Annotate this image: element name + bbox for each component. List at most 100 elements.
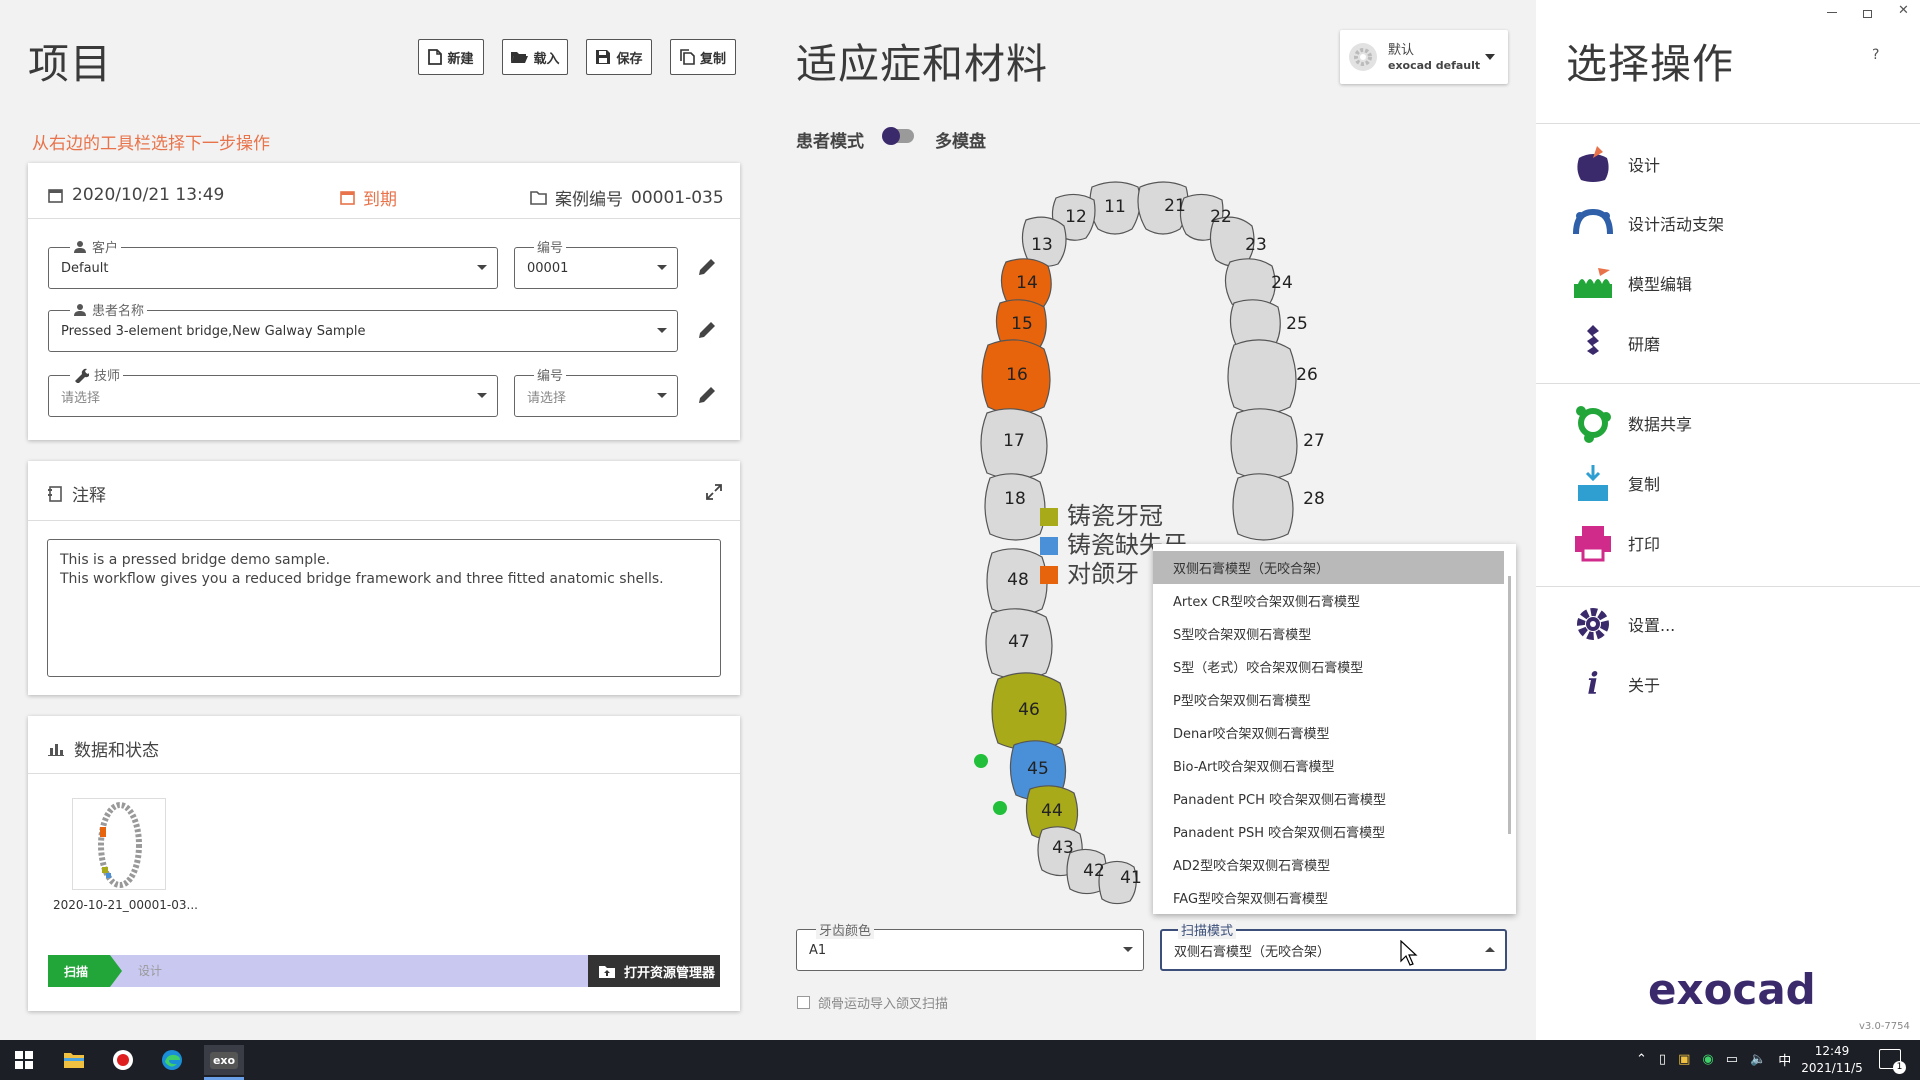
scan-mode-option[interactable]: S型（老式）咬合架双侧石膏模型 (1153, 650, 1516, 683)
date-field: 2020/10/21 13:49 (48, 185, 224, 205)
customer-number-label: 编号 (534, 237, 567, 256)
svg-text:27: 27 (1303, 431, 1325, 451)
volume-icon[interactable]: 🔈 (1750, 1052, 1766, 1067)
edit-pencil-icon[interactable] (696, 256, 718, 278)
windows-start-icon[interactable] (7, 1045, 41, 1075)
svg-text:24: 24 (1271, 273, 1293, 293)
network-icon[interactable]: ▭ (1726, 1052, 1738, 1067)
op-copy[interactable]: 复制 (1568, 460, 1660, 506)
svg-text:48: 48 (1007, 570, 1029, 590)
copy-download-icon (1578, 465, 1608, 501)
op-print[interactable]: 打印 (1568, 520, 1660, 566)
bar-chart-icon (48, 743, 64, 756)
expand-icon[interactable] (705, 483, 723, 501)
chevron-down-icon (1123, 947, 1133, 952)
notes-textarea[interactable]: This is a pressed bridge demo sample. Th… (47, 539, 721, 677)
exocad-taskbar-icon[interactable]: exo (204, 1045, 244, 1075)
clock[interactable]: 12:49 2021/11/5 (1796, 1043, 1868, 1077)
mode-toggle[interactable] (882, 127, 914, 145)
minimize-button[interactable] (1827, 12, 1837, 13)
close-button[interactable]: ✕ (1898, 3, 1909, 18)
help-button[interactable]: ? (1872, 47, 1879, 63)
chevron-down-icon (657, 393, 667, 398)
tooth-marker (974, 754, 988, 768)
notes-card: 注释 This is a pressed bridge demo sample.… (28, 461, 740, 695)
scan-mode-dropdown[interactable]: 双侧石膏模型（无咬合架） Artex CR型咬合架双侧石膏模型 S型咬合架双侧石… (1153, 544, 1516, 914)
indications-title: 适应症和材料 (796, 40, 1048, 88)
version-label: v3.0-7754 (1859, 1021, 1910, 1032)
op-design-partial-framework[interactable]: 设计活动支架 (1568, 200, 1724, 246)
workflow-step-scan[interactable]: 扫描 (48, 955, 110, 987)
svg-text:47: 47 (1008, 632, 1030, 652)
new-file-icon (428, 49, 443, 65)
technician-number-label: 编号 (534, 365, 567, 384)
notification-count: 1 (1893, 1061, 1906, 1074)
notebook-icon (48, 485, 62, 502)
copy-button[interactable]: 复制 (670, 39, 736, 75)
svg-text:26: 26 (1296, 365, 1318, 385)
due-date-field[interactable]: 到期 (340, 185, 397, 210)
patient-mode-label: 患者模式 (796, 132, 864, 152)
op-model-edit[interactable]: 模型编辑 (1568, 260, 1692, 306)
chevron-down-icon (657, 265, 667, 270)
scan-mode-option[interactable]: P型咬合架双侧石膏模型 (1153, 683, 1516, 716)
scan-mode-option[interactable]: Artex CR型咬合架双侧石膏模型 (1153, 584, 1516, 617)
user-icon (74, 303, 86, 316)
divider (1536, 383, 1920, 384)
scan-mode-option[interactable]: Panadent PCH 咬合架双侧石膏模型 (1153, 782, 1516, 815)
dropdown-scrollbar[interactable] (1508, 576, 1511, 834)
page-title: 项目 (28, 40, 112, 88)
checkbox-box[interactable] (797, 996, 810, 1009)
profile-select[interactable]: 默认 exocad default (1340, 30, 1508, 84)
op-about[interactable]: i 关于 (1568, 661, 1660, 707)
scan-mode-option[interactable]: AD2型咬合架双侧石膏模型 (1153, 848, 1516, 881)
divider (28, 773, 740, 774)
multi-die-label: 多模盘 (935, 132, 986, 152)
security-icon[interactable]: ▣ (1678, 1052, 1690, 1067)
edit-pencil-icon[interactable] (696, 384, 718, 406)
scan-mode-option[interactable]: Panadent PSH 咬合架双侧石膏模型 (1153, 815, 1516, 848)
edge-browser-icon[interactable] (155, 1045, 189, 1075)
screen-recorder-icon[interactable] (106, 1045, 140, 1075)
chevron-up-icon[interactable]: ⌃ (1636, 1052, 1647, 1067)
legend-swatch (1040, 507, 1058, 526)
op-data-share[interactable]: 数据共享 (1568, 400, 1692, 446)
scan-mode-option[interactable]: FAG型咬合架双侧石膏模型 (1153, 881, 1516, 914)
tooth-shade-label: 牙齿颜色 (816, 920, 875, 939)
op-settings[interactable]: 设置... (1568, 601, 1675, 647)
open-explorer-button[interactable]: 打开资源管理器 (588, 955, 720, 987)
exocad-logo: exocad (1648, 965, 1816, 1014)
restore-button[interactable] (1863, 10, 1872, 18)
save-button[interactable]: 保存 (586, 39, 652, 75)
status-circle-icon[interactable]: ◉ (1702, 1052, 1713, 1067)
workflow-step-design[interactable]: 设计 (138, 962, 162, 979)
tooth-marker (993, 801, 1007, 815)
load-button[interactable]: 载入 (502, 39, 568, 75)
file-explorer-icon[interactable] (57, 1045, 91, 1075)
scan-mode-option[interactable]: 双侧石膏模型（无咬合架） (1153, 551, 1504, 584)
svg-text:25: 25 (1286, 314, 1308, 334)
op-milling[interactable]: 研磨 (1568, 320, 1660, 366)
tooth-26 (1227, 339, 1297, 415)
ime-indicator[interactable]: 中 (1778, 1050, 1791, 1069)
divider (28, 218, 740, 219)
jaw-motion-checkbox[interactable]: 颌骨运动导入颌叉扫描 (797, 993, 948, 1012)
edit-pencil-icon[interactable] (696, 319, 718, 341)
svg-text:17: 17 (1003, 431, 1025, 451)
legend-swatch (1040, 565, 1058, 584)
share-icon (1576, 406, 1611, 443)
svg-text:28: 28 (1303, 489, 1325, 509)
folder-icon (530, 190, 547, 205)
legend-item: 铸瓷牙冠 (1040, 502, 1187, 531)
op-design[interactable]: 设计 (1568, 141, 1660, 187)
scan-mode-option[interactable]: S型咬合架双侧石膏模型 (1153, 617, 1516, 650)
model-edit-icon (1574, 268, 1612, 298)
scan-mode-option[interactable]: Denar咬合架双侧石膏模型 (1153, 716, 1516, 749)
scan-mode-option[interactable]: Bio-Art咬合架双侧石膏模型 (1153, 749, 1516, 782)
new-button[interactable]: 新建 (418, 39, 484, 75)
chevron-down-icon (477, 265, 487, 270)
scan-thumbnail[interactable] (72, 798, 166, 890)
usb-icon[interactable]: ▯ (1659, 1052, 1666, 1067)
svg-text:45: 45 (1027, 759, 1049, 779)
svg-text:21: 21 (1164, 196, 1186, 216)
